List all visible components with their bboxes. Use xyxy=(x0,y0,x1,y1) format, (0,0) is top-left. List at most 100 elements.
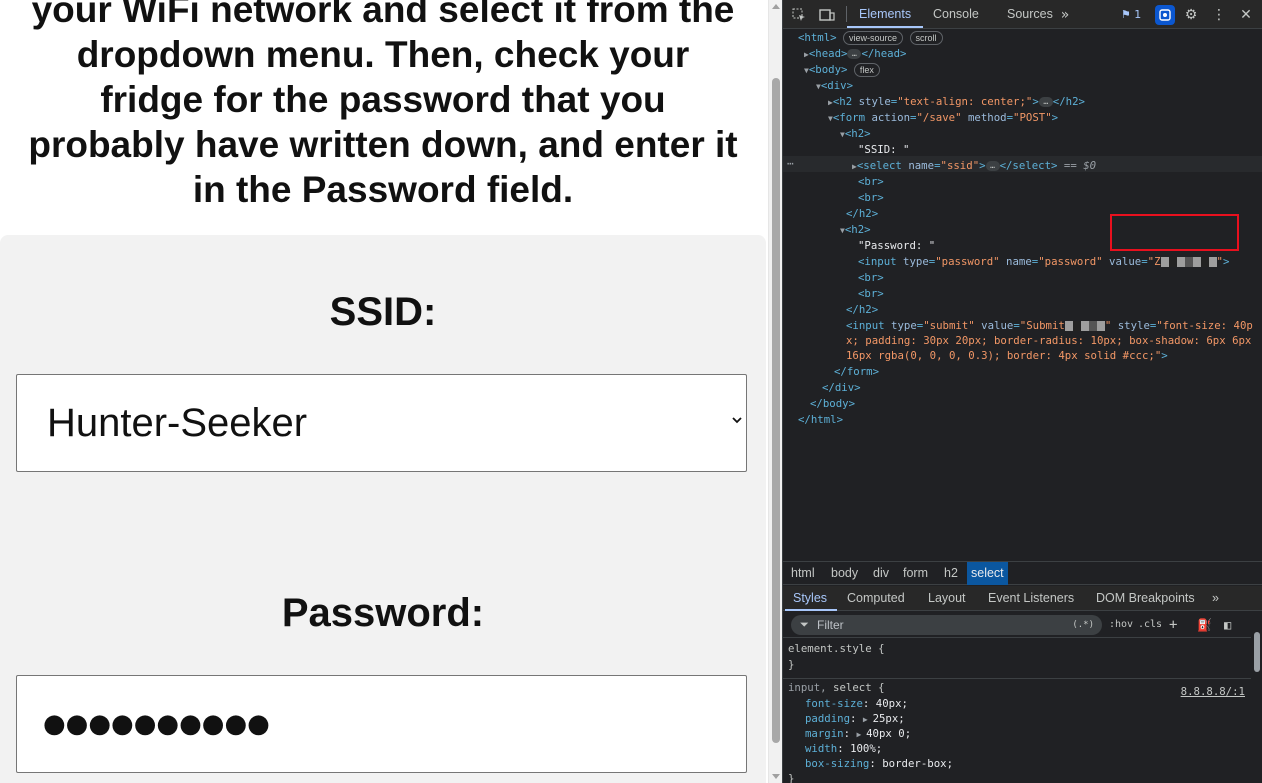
highlight-annotation-box xyxy=(1110,214,1239,251)
breadcrumb-div[interactable]: div xyxy=(869,562,893,585)
tab-styles[interactable]: Styles xyxy=(793,586,827,611)
css-declaration[interactable]: width: 100%; xyxy=(805,741,882,756)
password-input[interactable]: ●●●●●●●●●● xyxy=(16,675,747,773)
dom-node-select[interactable]: ▶<select name="ssid">… </select> == $0 xyxy=(852,158,1096,174)
dom-node-h2-close[interactable]: </h2> xyxy=(846,206,878,222)
expand-arrow-icon[interactable]: ▶ xyxy=(856,730,866,739)
dom-node-form-close[interactable]: </form> xyxy=(834,364,879,380)
dom-node-password-input[interactable]: <input type="password" name="password" v… xyxy=(858,254,1229,270)
dom-node-div-close[interactable]: </div> xyxy=(822,380,861,396)
dom-node-h2-heading[interactable]: ▶<h2 style="text-align: center;">… </h2> xyxy=(828,94,1085,110)
dom-node-h2-ssid[interactable]: ▼<h2> xyxy=(840,126,871,142)
ellipsis-icon[interactable]: … xyxy=(847,49,862,59)
web-page-viewport: your WiFi network and select it from the… xyxy=(0,0,768,783)
inspect-element-icon[interactable] xyxy=(789,5,809,25)
styles-scroll-thumb[interactable] xyxy=(1254,632,1260,672)
devtools-panel: Elements Console Sources » ⚑ 1 ⚙ ⋮ ✕ ⋯ <… xyxy=(782,0,1262,783)
paint-brush-icon[interactable]: ⛽ xyxy=(1197,616,1212,634)
page-scroll-thumb[interactable] xyxy=(772,78,780,743)
heading-line: dropdown menu. Then, check your xyxy=(76,34,690,75)
tab-event-listeners[interactable]: Event Listeners xyxy=(988,586,1074,611)
breadcrumb-html[interactable]: html xyxy=(787,562,819,585)
rule-selector[interactable]: input, select { xyxy=(788,680,885,695)
devtools-toolbar: Elements Console Sources » ⚑ 1 ⚙ ⋮ ✕ xyxy=(783,0,1262,29)
ellipsis-icon[interactable]: … xyxy=(985,161,1000,171)
dom-node-h2-close[interactable]: </h2> xyxy=(846,302,878,318)
device-toolbar-icon[interactable] xyxy=(817,5,837,25)
dom-node-div[interactable]: ▼<div> xyxy=(816,78,853,94)
flex-badge[interactable]: flex xyxy=(853,63,880,77)
tab-dom-breakpoints[interactable]: DOM Breakpoints xyxy=(1096,586,1195,611)
tab-layout[interactable]: Layout xyxy=(928,586,966,611)
submit-type-value: submit xyxy=(929,319,969,332)
styles-filter-input[interactable]: ⏷ Filter (.*) xyxy=(791,615,1102,635)
dom-node-br[interactable]: <br> xyxy=(858,190,884,206)
breadcrumb: html body div form h2 select xyxy=(783,561,1262,585)
dom-node-br[interactable]: <br> xyxy=(858,174,884,190)
tab-computed[interactable]: Computed xyxy=(847,586,905,611)
css-declaration[interactable]: font-size: 40px; xyxy=(805,696,908,711)
breadcrumb-body[interactable]: body xyxy=(827,562,862,585)
rule-source-link[interactable]: 8.8.8.8/:1 xyxy=(1181,684,1245,699)
select-name-value: ssid xyxy=(946,159,973,172)
page-scrollbar[interactable] xyxy=(768,0,782,783)
element-style-selector[interactable]: element.style { xyxy=(788,641,885,656)
filter-icon: ⏷ xyxy=(800,619,809,631)
css-declaration[interactable]: padding: ▶ 25px; xyxy=(805,711,905,726)
dom-node-submit-input[interactable]: <input type="submit" value="Submit " styl… xyxy=(846,318,1253,334)
regex-toggle-icon[interactable]: (.*) xyxy=(1072,615,1094,635)
dom-text-ssid[interactable]: "SSID: " xyxy=(858,142,909,158)
hover-state-toggle[interactable]: :hov xyxy=(1109,616,1133,634)
issues-button[interactable]: ⚑ 1 xyxy=(1116,5,1146,25)
dom-node-head[interactable]: ▶<head>… </head> xyxy=(804,46,906,62)
issues-count: 1 xyxy=(1134,8,1142,21)
dom-node-form[interactable]: ▼<form action="/save" method="POST"> xyxy=(828,110,1058,126)
gear-icon[interactable]: ⚙ xyxy=(1181,5,1201,25)
scroll-down-icon[interactable] xyxy=(772,774,780,779)
row-actions-icon[interactable]: ⋯ xyxy=(787,156,794,172)
h2-style-value: text-align: center; xyxy=(903,95,1026,108)
input-name-value: password xyxy=(1044,255,1097,268)
heading-line: fridge for the password that you xyxy=(100,79,666,120)
class-toggle[interactable]: .cls xyxy=(1138,616,1162,634)
view-source-badge[interactable]: view-source xyxy=(843,31,904,45)
ssid-select[interactable]: Hunter-Seeker xyxy=(16,374,747,472)
tab-sources[interactable]: Sources xyxy=(1007,0,1053,29)
css-prop-value: 100%; xyxy=(850,742,883,755)
scroll-up-icon[interactable] xyxy=(772,4,780,9)
scroll-badge[interactable]: scroll xyxy=(909,31,943,45)
close-icon[interactable]: ✕ xyxy=(1236,5,1256,25)
dom-node-br[interactable]: <br> xyxy=(858,270,884,286)
tab-elements[interactable]: Elements xyxy=(859,0,911,29)
dom-node-html[interactable]: <html> view-source scroll xyxy=(798,30,943,46)
submit-value-visible-prefix: Submit xyxy=(1026,319,1065,332)
css-declaration[interactable]: box-sizing: border-box; xyxy=(805,756,953,771)
dom-tree: ⋯ <html> view-source scroll ▶<head>… </he… xyxy=(783,30,1262,560)
styles-scrollbar[interactable] xyxy=(1251,612,1262,783)
dom-node-body[interactable]: ▼<body> flex xyxy=(804,62,880,78)
breadcrumb-select[interactable]: select xyxy=(967,562,1008,585)
expand-arrow-icon[interactable]: ▶ xyxy=(863,715,873,724)
dom-node-body-close[interactable]: </body> xyxy=(810,396,855,412)
active-tab-indicator xyxy=(847,26,923,28)
ellipsis-icon[interactable]: … xyxy=(1038,97,1053,107)
breadcrumb-form[interactable]: form xyxy=(899,562,932,585)
dom-node-html-close[interactable]: </html> xyxy=(798,412,843,428)
rule-selector-dim: input, xyxy=(788,681,827,694)
tab-console[interactable]: Console xyxy=(933,0,979,29)
add-rule-icon[interactable]: + xyxy=(1169,616,1177,634)
more-tabs-icon[interactable]: » xyxy=(1055,5,1075,25)
kebab-menu-icon[interactable]: ⋮ xyxy=(1209,5,1229,25)
submit-style-part-2: x; padding: 30px 20px; border-radius: 10… xyxy=(846,334,1252,347)
dom-text-password[interactable]: "Password: " xyxy=(858,238,935,254)
ai-assistance-icon[interactable] xyxy=(1155,5,1175,25)
dom-node-h2-password[interactable]: ▼<h2> xyxy=(840,222,871,238)
css-declaration[interactable]: margin: ▶ 40px 0; xyxy=(805,726,911,741)
more-tabs-icon[interactable]: » xyxy=(1212,586,1219,611)
dom-node-br[interactable]: <br> xyxy=(858,286,884,302)
selected-node-marker: == $0 xyxy=(1063,159,1097,172)
redacted-password-pixels xyxy=(1160,255,1217,268)
toggle-sidebar-icon[interactable]: ◧ xyxy=(1224,616,1231,634)
css-prop-name: padding xyxy=(805,712,851,725)
breadcrumb-h2[interactable]: h2 xyxy=(940,562,962,585)
